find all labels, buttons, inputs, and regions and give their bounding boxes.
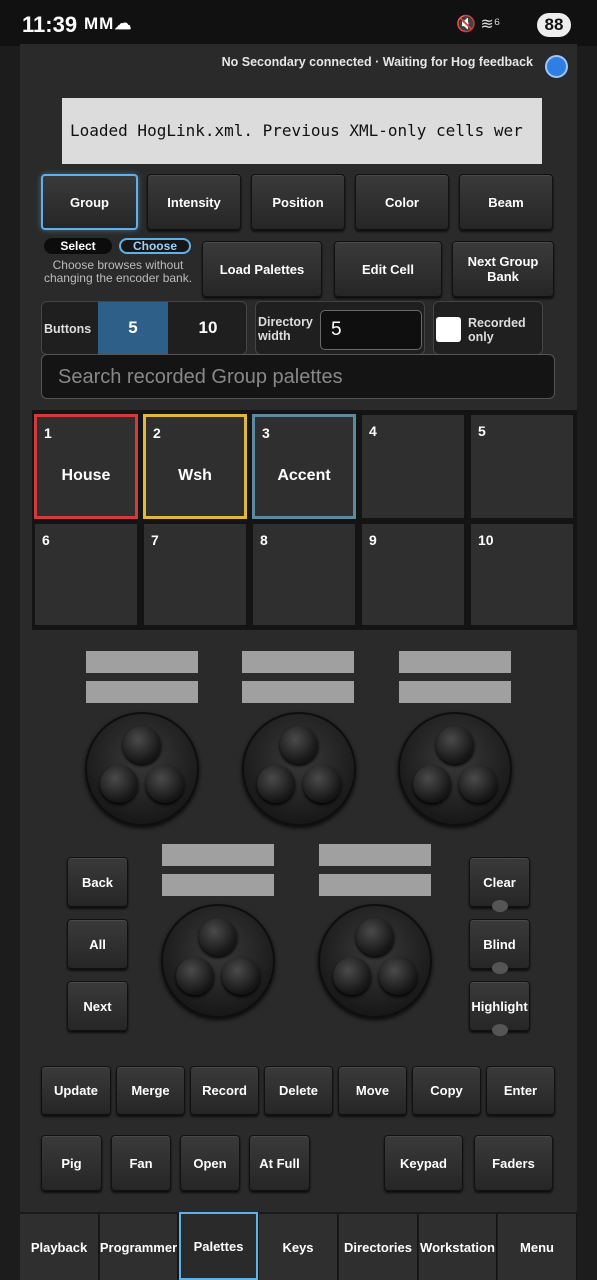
- encoder-value-bar: [399, 681, 511, 703]
- palette-cell[interactable]: 1 House: [34, 414, 138, 519]
- connection-status: No Secondary connected · Waiting for Hog…: [221, 55, 533, 69]
- tab-workstation[interactable]: Workstation: [419, 1214, 497, 1280]
- open-button[interactable]: Open: [180, 1135, 240, 1191]
- buttons-label: Buttons: [44, 322, 92, 336]
- encoder-knob[interactable]: [242, 712, 356, 826]
- encoder-value-bar: [162, 874, 274, 896]
- encoder-value-bar: [242, 681, 354, 703]
- palette-tab-beam[interactable]: Beam: [459, 174, 553, 230]
- battery-indicator: 88: [537, 13, 571, 37]
- clear-button[interactable]: Clear: [469, 857, 530, 912]
- select-mode-button[interactable]: Select: [44, 238, 112, 254]
- tab-palettes[interactable]: Palettes: [179, 1212, 258, 1280]
- encoder-label-bar: [162, 844, 274, 866]
- palette-tab-group[interactable]: Group: [41, 174, 138, 230]
- palette-tab-intensity[interactable]: Intensity: [147, 174, 241, 230]
- palette-cell[interactable]: 4: [361, 414, 465, 519]
- encoder-knob[interactable]: [398, 712, 512, 826]
- encoder-knob[interactable]: [318, 904, 432, 1018]
- back-button[interactable]: Back: [67, 857, 128, 907]
- signal-icons: 🔇 ≋⁶: [456, 16, 501, 33]
- notification-icons: MM☁: [84, 14, 133, 33]
- encoder-label-bar: [242, 651, 354, 673]
- choose-mode-button[interactable]: Choose: [119, 238, 191, 254]
- all-button[interactable]: All: [67, 919, 128, 969]
- update-button[interactable]: Update: [41, 1066, 111, 1115]
- search-input[interactable]: Search recorded Group palettes: [41, 354, 555, 399]
- palette-tab-color[interactable]: Color: [355, 174, 449, 230]
- directory-width-label: Directory width: [258, 315, 313, 343]
- keypad-button[interactable]: Keypad: [384, 1135, 463, 1191]
- merge-button[interactable]: Merge: [116, 1066, 185, 1115]
- encoder-value-bar: [86, 681, 198, 703]
- enter-button[interactable]: Enter: [486, 1066, 555, 1115]
- encoder-label-bar: [86, 651, 198, 673]
- next-group-bank-button[interactable]: Next Group Bank: [452, 241, 554, 297]
- tab-keys[interactable]: Keys: [259, 1214, 338, 1280]
- buttons-option-10[interactable]: 10: [170, 302, 246, 354]
- encoder-knob[interactable]: [85, 712, 199, 826]
- directory-width-input[interactable]: 5: [320, 310, 422, 350]
- encoder-label-bar: [319, 844, 431, 866]
- tab-programmer[interactable]: Programmer: [100, 1214, 178, 1280]
- delete-button[interactable]: Delete: [264, 1066, 333, 1115]
- clear-led-icon: [491, 900, 508, 912]
- tab-menu[interactable]: Menu: [498, 1214, 577, 1280]
- palette-cell[interactable]: 2 Wsh: [143, 414, 247, 519]
- palette-cell[interactable]: 6: [34, 523, 138, 626]
- palette-cell[interactable]: 10: [470, 523, 574, 626]
- connection-indicator-icon: [545, 55, 568, 78]
- load-palettes-button[interactable]: Load Palettes: [202, 241, 322, 297]
- recorded-only-checkbox[interactable]: [436, 317, 461, 342]
- encoder-label-bar: [399, 651, 511, 673]
- palette-cell[interactable]: 7: [143, 523, 247, 626]
- palette-cell[interactable]: 3 Accent: [252, 414, 356, 519]
- palette-cell[interactable]: 5: [470, 414, 574, 519]
- buttons-option-5[interactable]: 5: [98, 302, 168, 354]
- next-button[interactable]: Next: [67, 981, 128, 1031]
- at-full-button[interactable]: At Full: [249, 1135, 310, 1191]
- edit-cell-button[interactable]: Edit Cell: [334, 241, 442, 297]
- recorded-only-label: Recorded only: [468, 316, 526, 344]
- fan-button[interactable]: Fan: [111, 1135, 171, 1191]
- mode-note: Choose browses without changing the enco…: [43, 258, 193, 285]
- encoder-value-bar: [319, 874, 431, 896]
- encoder-knob[interactable]: [161, 904, 275, 1018]
- clock: 11:39: [22, 12, 78, 37]
- move-button[interactable]: Move: [338, 1066, 407, 1115]
- tab-directories[interactable]: Directories: [339, 1214, 418, 1280]
- message-display: Loaded HogLink.xml. Previous XML-only ce…: [62, 98, 542, 164]
- record-button[interactable]: Record: [190, 1066, 259, 1115]
- blind-led-icon: [491, 962, 508, 974]
- tab-playback[interactable]: Playback: [20, 1214, 99, 1280]
- palette-tab-position[interactable]: Position: [251, 174, 345, 230]
- copy-button[interactable]: Copy: [412, 1066, 481, 1115]
- highlight-led-icon: [491, 1024, 508, 1036]
- pig-button[interactable]: Pig: [41, 1135, 102, 1191]
- blind-button[interactable]: Blind: [469, 919, 530, 974]
- palette-cell[interactable]: 9: [361, 523, 465, 626]
- highlight-button[interactable]: Highlight: [469, 981, 530, 1036]
- faders-button[interactable]: Faders: [474, 1135, 553, 1191]
- palette-cell[interactable]: 8: [252, 523, 356, 626]
